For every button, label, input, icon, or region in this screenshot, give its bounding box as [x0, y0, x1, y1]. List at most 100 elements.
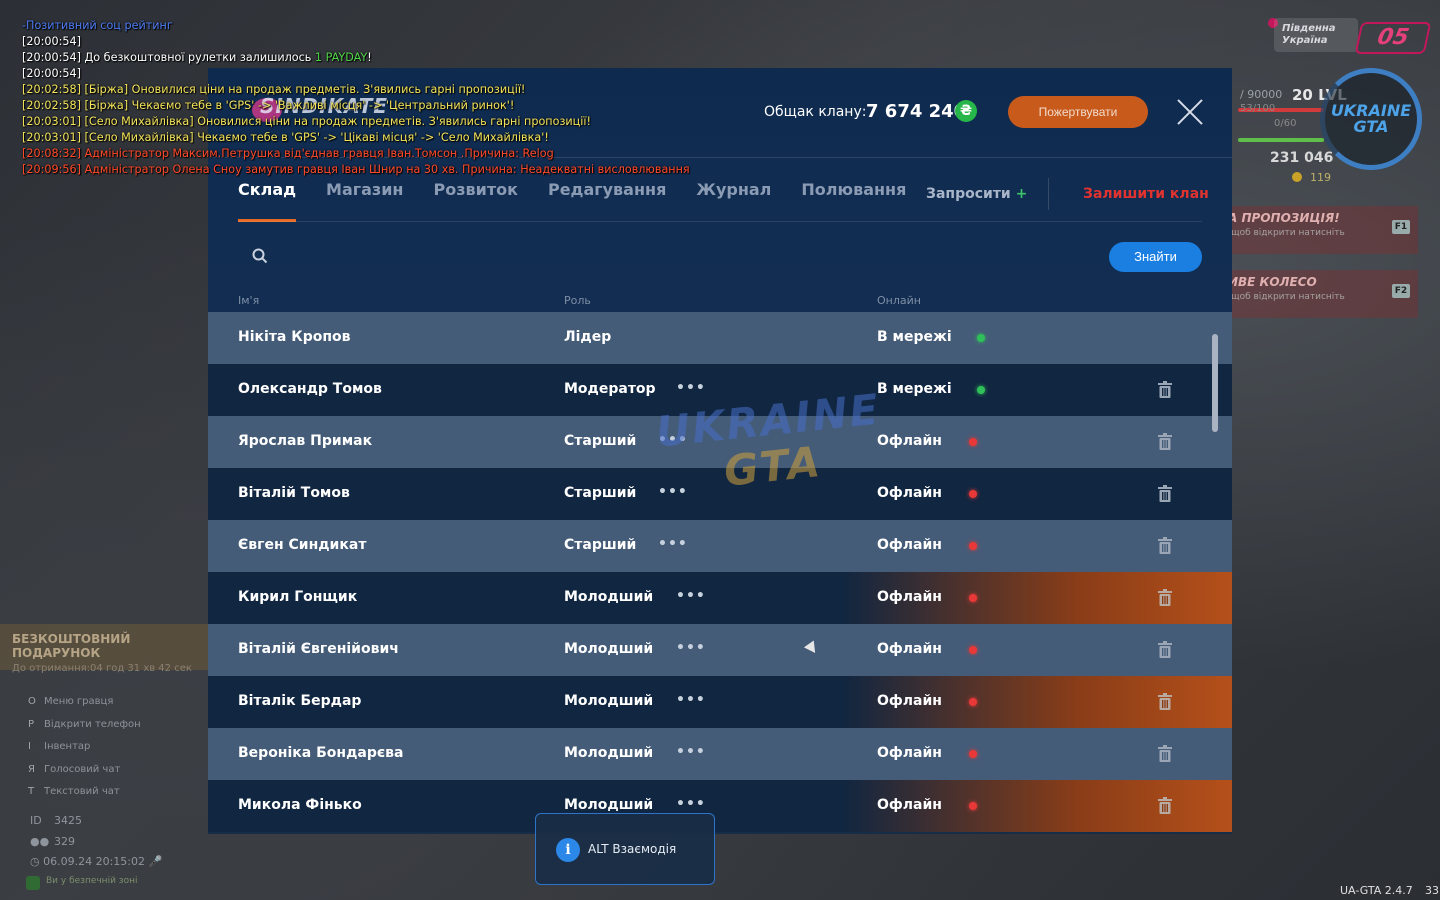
member-role: Старший	[564, 433, 637, 449]
member-role: Модератор	[564, 381, 656, 397]
f2-key-icon: F2	[1392, 284, 1410, 298]
chat-line: -Позитивний соц рейтинг	[22, 19, 173, 32]
tab-shop[interactable]: Магазин	[326, 180, 403, 222]
find-button[interactable]: Знайти	[1109, 242, 1202, 272]
tab-log[interactable]: Журнал	[696, 180, 771, 222]
member-name: Віталій Томов	[238, 485, 350, 501]
close-icon[interactable]	[1176, 98, 1204, 126]
column-header-name: Ім'я	[238, 294, 260, 307]
promo-subtitle: го щоб відкрити натисніть	[1218, 292, 1345, 302]
member-status: В мережі	[877, 329, 952, 345]
member-name: Кирил Гонщик	[238, 589, 358, 605]
more-options-icon[interactable]: •••	[676, 640, 706, 656]
level-progress: / 90000	[1240, 88, 1283, 101]
trash-icon[interactable]	[1158, 797, 1172, 814]
member-role: Молодший	[564, 693, 654, 709]
offline-dot-icon	[969, 802, 977, 810]
ukraine-gta-logo: UKRAINE GTA	[1320, 68, 1422, 170]
table-row[interactable]: Кирил Гонщик Молодший ••• Офлайн	[208, 572, 1232, 624]
chat-line: [20:00:54]	[22, 35, 81, 48]
table-row[interactable]: Євген Синдикат Старший ••• Офлайн	[208, 520, 1232, 572]
hunger-bar	[1238, 138, 1324, 142]
more-options-icon[interactable]: •••	[676, 692, 706, 708]
member-name: Євген Синдикат	[238, 537, 367, 553]
clan-tabs: Склад Магазин Розвиток Редагування Журна…	[238, 180, 936, 222]
online-dot-icon	[977, 386, 985, 394]
trash-icon[interactable]	[1158, 433, 1172, 450]
trash-icon[interactable]	[1158, 589, 1172, 606]
f1-key-icon: F1	[1392, 220, 1410, 234]
stat-text: 53/100	[1240, 103, 1276, 114]
gift-title: БЕЗКОШТОВНИЙ ПОДАРУНОК	[12, 632, 131, 660]
hud-right: Південна Україна 05 / 90000 20 LVL 53/10…	[1208, 0, 1440, 900]
member-name: Ярослав Примак	[238, 433, 373, 449]
chat-line: [20:03:01] [Село Михайлівка] Оновилися ц…	[22, 115, 591, 128]
member-status: Офлайн	[877, 641, 942, 657]
table-row[interactable]: Микола Фінько Молодший ••• Офлайн	[208, 780, 1232, 832]
member-status: В мережі	[877, 381, 952, 397]
offline-dot-icon	[969, 698, 977, 706]
table-row[interactable]: Вероніка Бондарєва Молодший ••• Офлайн	[208, 728, 1232, 780]
member-status: Офлайн	[877, 797, 942, 813]
online-count: ●● 329	[30, 835, 75, 848]
table-row[interactable]: Нікіта Кропов Лідер В мережі	[208, 312, 1232, 364]
clock-icon: ◷	[30, 855, 44, 868]
offline-dot-icon	[969, 438, 977, 446]
divider	[1048, 178, 1049, 210]
scrollbar[interactable]	[1212, 334, 1218, 432]
offline-dot-icon	[969, 542, 977, 550]
tab-editing[interactable]: Редагування	[548, 180, 666, 222]
member-status: Офлайн	[877, 693, 942, 709]
tab-development[interactable]: Розвиток	[433, 180, 517, 222]
players-icon: ●●	[30, 835, 50, 848]
balance-label: Общак клану:	[764, 104, 867, 120]
promo-offer[interactable]: НА ПРОПОЗИЦІЯ! го щоб відкрити натисніть…	[1208, 206, 1418, 254]
trash-icon[interactable]	[1158, 745, 1172, 762]
tab-hunting[interactable]: Полювання	[801, 180, 906, 222]
offline-dot-icon	[969, 594, 977, 602]
trash-icon[interactable]	[1158, 485, 1172, 502]
promo-subtitle: го щоб відкрити натисніть	[1218, 228, 1345, 238]
shield-icon	[26, 876, 40, 890]
invite-button[interactable]: Запросити +	[926, 186, 1027, 202]
more-options-icon[interactable]: •••	[676, 588, 706, 604]
online-dot-icon	[977, 334, 985, 342]
hint-item: Я Голосовий чат	[28, 763, 121, 775]
table-row[interactable]: Віталій Євгенійович Молодший ••• Офлайн	[208, 624, 1232, 676]
trash-icon[interactable]	[1158, 537, 1172, 554]
chat-line: [20:00:54] До безкоштовної рулетки залиш…	[22, 51, 372, 64]
version-label: UA-GTA 2.4.7	[1340, 884, 1413, 897]
promo-wheel[interactable]: ЛИВЕ КОЛЕСО го щоб відкрити натисніть F2	[1208, 270, 1418, 318]
leave-clan-button[interactable]: Залишити клан	[1083, 186, 1209, 202]
more-options-icon[interactable]: •••	[676, 744, 706, 760]
chat-line: [20:03:01] [Село Михайлівка] Чекаємо теб…	[22, 131, 549, 144]
free-gift-banner[interactable]: БЕЗКОШТОВНИЙ ПОДАРУНОК До отримання:04 г…	[0, 624, 208, 674]
more-options-icon[interactable]: •••	[658, 536, 688, 552]
member-role: Старший	[564, 485, 637, 501]
keybind-hints: O Меню гравця P Відкрити телефон I Інвентар…	[28, 696, 141, 809]
member-name: Вероніка Бондарєва	[238, 745, 404, 761]
trash-icon[interactable]	[1158, 641, 1172, 658]
datetime: ◷ 06.09.24 20:15:02 🎤	[30, 855, 163, 868]
hryvnia-icon: ₴	[955, 100, 977, 122]
member-role: Молодший	[564, 745, 654, 761]
donate-button[interactable]: Пожертвувати	[1008, 96, 1148, 128]
chat-line: [20:00:54]	[22, 67, 81, 80]
trash-icon[interactable]	[1158, 381, 1172, 398]
member-status: Офлайн	[877, 537, 942, 553]
offline-dot-icon	[969, 750, 977, 758]
region-badge: Південна Україна	[1274, 18, 1358, 52]
more-options-icon[interactable]: •••	[676, 796, 706, 812]
more-options-icon[interactable]: •••	[676, 380, 706, 396]
promo-title: НА ПРОПОЗИЦІЯ!	[1218, 211, 1340, 225]
chat-line: [20:02:58] [Біржа] Чекаємо тебе в 'GPS' …	[22, 99, 515, 112]
trash-icon[interactable]	[1158, 693, 1172, 710]
tab-warehouse[interactable]: Склад	[238, 180, 297, 222]
server-number: 05	[1354, 22, 1432, 54]
search-input[interactable]	[280, 240, 1100, 272]
member-status: Офлайн	[877, 589, 942, 605]
table-row[interactable]: Віталік Бердар Молодший ••• Офлайн	[208, 676, 1232, 728]
members-table: Нікіта Кропов Лідер В мережі Олександр Т…	[208, 312, 1232, 832]
member-status: Офлайн	[877, 433, 942, 449]
column-header-role: Роль	[564, 294, 591, 307]
